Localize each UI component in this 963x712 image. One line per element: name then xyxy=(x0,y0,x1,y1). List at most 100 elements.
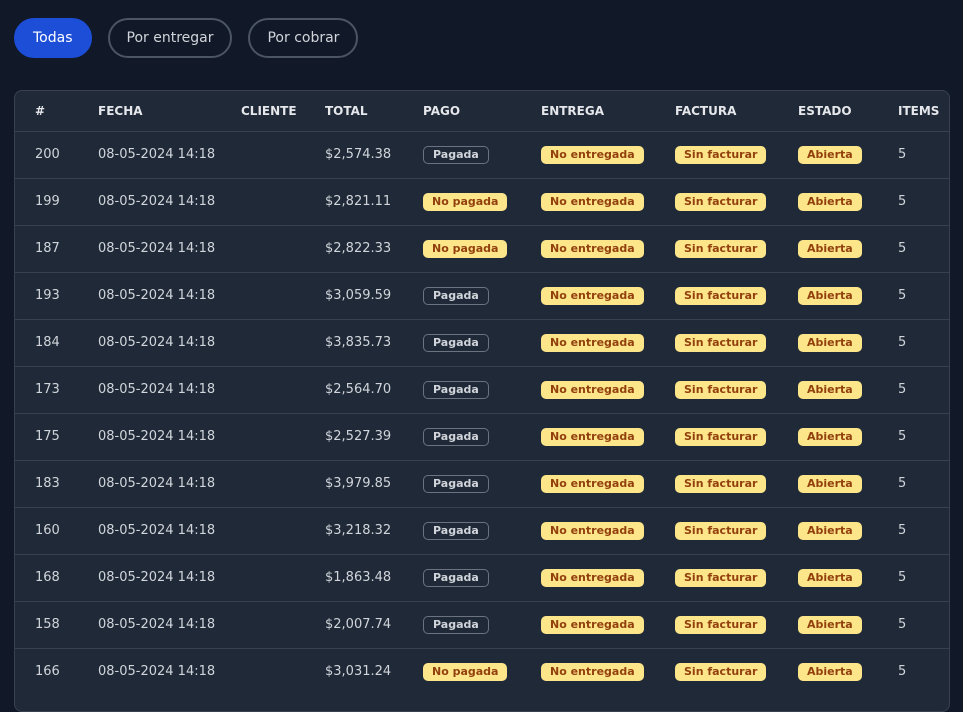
invoice-status-cell: Sin facturar xyxy=(675,553,798,601)
order-client-cell xyxy=(241,130,325,178)
invoice-status-badge: Sin facturar xyxy=(675,568,767,587)
payment-status-badge: No pagada xyxy=(423,192,508,211)
order-state-badge: Abierta xyxy=(798,286,862,305)
invoice-status-badge: Sin facturar xyxy=(675,192,767,211)
order-client-cell xyxy=(241,553,325,601)
order-total-cell: $2,574.38 xyxy=(325,130,423,178)
payment-status-badge: Pagada xyxy=(423,474,489,493)
table-row[interactable]: 158 08-05-2024 14:18 $2,007.74 Pagada No ent… xyxy=(15,600,949,648)
column-header-fecha[interactable]: FECHA xyxy=(98,91,241,131)
column-header-num[interactable]: # xyxy=(15,91,98,131)
order-client-cell xyxy=(241,318,325,366)
order-total-cell: $3,059.59 xyxy=(325,271,423,319)
payment-status-badge: Pagada xyxy=(423,427,489,446)
table-body: 200 08-05-2024 14:18 $2,574.38 Pagada No ent… xyxy=(15,130,949,695)
order-items-cell: 5 xyxy=(898,224,949,272)
order-items-cell: 5 xyxy=(898,177,949,225)
delivery-status-cell: No entregada xyxy=(541,506,675,554)
delivery-status-badge: No entregada xyxy=(541,427,644,446)
filter-todas-button[interactable]: Todas xyxy=(14,18,92,58)
order-date-cell: 08-05-2024 14:18 xyxy=(98,271,241,319)
invoice-status-badge: Sin facturar xyxy=(675,615,767,634)
payment-status-badge: Pagada xyxy=(423,333,489,352)
column-header-total[interactable]: TOTAL xyxy=(325,91,423,131)
table-row[interactable]: 168 08-05-2024 14:18 $1,863.48 Pagada No ent… xyxy=(15,553,949,601)
delivery-status-cell: No entregada xyxy=(541,600,675,648)
order-items-cell: 5 xyxy=(898,647,949,695)
order-date-cell: 08-05-2024 14:18 xyxy=(98,318,241,366)
invoice-status-cell: Sin facturar xyxy=(675,271,798,319)
order-state-badge: Abierta xyxy=(798,427,862,446)
order-items-cell: 5 xyxy=(898,365,949,413)
table-row[interactable]: 175 08-05-2024 14:18 $2,527.39 Pagada No ent… xyxy=(15,412,949,460)
invoice-status-badge: Sin facturar xyxy=(675,380,767,399)
payment-status-badge: Pagada xyxy=(423,286,489,305)
order-client-cell xyxy=(241,177,325,225)
invoice-status-badge: Sin facturar xyxy=(675,474,767,493)
order-state-badge: Abierta xyxy=(798,333,862,352)
delivery-status-badge: No entregada xyxy=(541,521,644,540)
filter-por-entregar-button[interactable]: Por entregar xyxy=(107,18,233,58)
order-state-cell: Abierta xyxy=(798,365,898,413)
payment-status-cell: Pagada xyxy=(423,553,541,601)
invoice-status-badge: Sin facturar xyxy=(675,145,767,164)
order-state-badge: Abierta xyxy=(798,615,862,634)
table-row[interactable]: 199 08-05-2024 14:18 $2,821.11 No pagada No … xyxy=(15,177,949,225)
table-header-row: # FECHA CLIENTE TOTAL PAGO ENTREGA FACTU… xyxy=(15,91,949,131)
invoice-status-badge: Sin facturar xyxy=(675,239,767,258)
invoice-status-cell: Sin facturar xyxy=(675,365,798,413)
delivery-status-badge: No entregada xyxy=(541,615,644,634)
order-state-cell: Abierta xyxy=(798,459,898,507)
table-row[interactable]: 183 08-05-2024 14:18 $3,979.85 Pagada No ent… xyxy=(15,459,949,507)
payment-status-cell: Pagada xyxy=(423,130,541,178)
delivery-status-badge: No entregada xyxy=(541,333,644,352)
invoice-status-cell: Sin facturar xyxy=(675,506,798,554)
table-row[interactable]: 184 08-05-2024 14:18 $3,835.73 Pagada No ent… xyxy=(15,318,949,366)
delivery-status-cell: No entregada xyxy=(541,365,675,413)
payment-status-badge: No pagada xyxy=(423,662,508,681)
order-number-cell: 199 xyxy=(15,177,98,225)
filter-por-cobrar-button[interactable]: Por cobrar xyxy=(248,18,359,58)
invoice-status-cell: Sin facturar xyxy=(675,459,798,507)
order-client-cell xyxy=(241,224,325,272)
order-state-cell: Abierta xyxy=(798,177,898,225)
payment-status-badge: Pagada xyxy=(423,521,489,540)
order-state-cell: Abierta xyxy=(798,224,898,272)
table-row[interactable]: 166 08-05-2024 14:18 $3,031.24 No pagada No … xyxy=(15,647,949,695)
order-date-cell: 08-05-2024 14:18 xyxy=(98,130,241,178)
table-row[interactable]: 187 08-05-2024 14:18 $2,822.33 No pagada No … xyxy=(15,224,949,272)
column-header-pago[interactable]: PAGO xyxy=(423,91,541,131)
order-client-cell xyxy=(241,600,325,648)
delivery-status-cell: No entregada xyxy=(541,553,675,601)
payment-status-cell: Pagada xyxy=(423,271,541,319)
order-state-badge: Abierta xyxy=(798,662,862,681)
payment-status-cell: Pagada xyxy=(423,365,541,413)
delivery-status-cell: No entregada xyxy=(541,224,675,272)
order-date-cell: 08-05-2024 14:18 xyxy=(98,506,241,554)
table-row[interactable]: 160 08-05-2024 14:18 $3,218.32 Pagada No ent… xyxy=(15,506,949,554)
order-items-cell: 5 xyxy=(898,318,949,366)
delivery-status-badge: No entregada xyxy=(541,662,644,681)
payment-status-cell: No pagada xyxy=(423,647,541,695)
table-row[interactable]: 193 08-05-2024 14:18 $3,059.59 Pagada No ent… xyxy=(15,271,949,319)
payment-status-cell: Pagada xyxy=(423,412,541,460)
payment-status-cell: No pagada xyxy=(423,224,541,272)
order-total-cell: $2,527.39 xyxy=(325,412,423,460)
order-state-cell: Abierta xyxy=(798,412,898,460)
payment-status-cell: Pagada xyxy=(423,506,541,554)
column-header-entrega[interactable]: ENTREGA xyxy=(541,91,675,131)
invoice-status-cell: Sin facturar xyxy=(675,412,798,460)
order-state-cell: Abierta xyxy=(798,647,898,695)
order-date-cell: 08-05-2024 14:18 xyxy=(98,459,241,507)
column-header-items[interactable]: ITEMS xyxy=(898,91,949,131)
order-date-cell: 08-05-2024 14:18 xyxy=(98,412,241,460)
column-header-cliente[interactable]: CLIENTE xyxy=(241,91,325,131)
column-header-factura[interactable]: FACTURA xyxy=(675,91,798,131)
table-row[interactable]: 200 08-05-2024 14:18 $2,574.38 Pagada No ent… xyxy=(15,130,949,178)
table-row[interactable]: 173 08-05-2024 14:18 $2,564.70 Pagada No ent… xyxy=(15,365,949,413)
order-number-cell: 166 xyxy=(15,647,98,695)
order-number-cell: 173 xyxy=(15,365,98,413)
order-total-cell: $1,863.48 xyxy=(325,553,423,601)
order-state-badge: Abierta xyxy=(798,568,862,587)
column-header-estado[interactable]: ESTADO xyxy=(798,91,898,131)
